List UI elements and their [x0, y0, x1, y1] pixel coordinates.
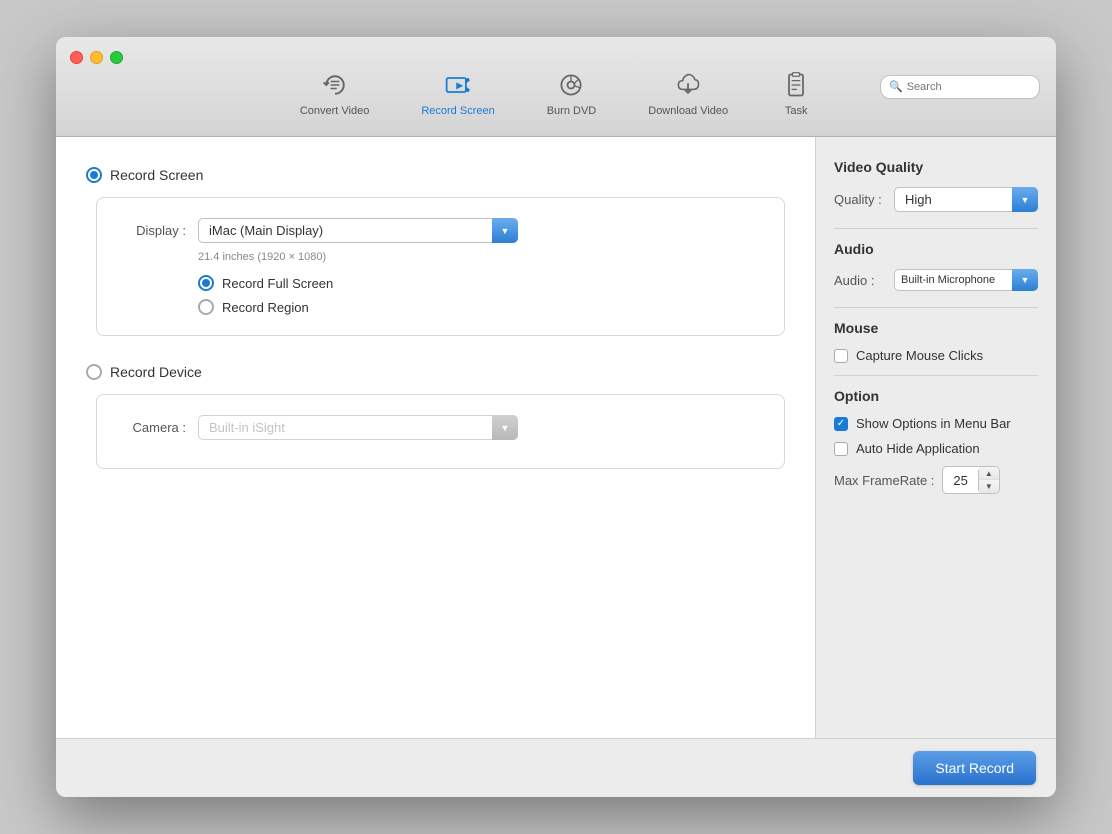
record-device-header: Record Device — [86, 364, 785, 380]
camera-select-wrap: Built-in iSight — [198, 415, 518, 440]
task-icon — [780, 69, 812, 101]
framerate-stepper[interactable]: 25 ▲ ▼ — [942, 466, 999, 494]
record-screen-section: Record Screen Display : iMac (Main Displ… — [86, 167, 785, 336]
record-full-screen-option[interactable]: Record Full Screen — [198, 275, 760, 291]
main-area: Record Screen Display : iMac (Main Displ… — [56, 137, 1056, 738]
stepper-buttons: ▲ ▼ — [979, 467, 999, 493]
divider-3 — [834, 375, 1038, 376]
maximize-button[interactable] — [110, 51, 123, 64]
divider-1 — [834, 228, 1038, 229]
capture-mouse-label: Capture Mouse Clicks — [856, 348, 983, 363]
display-field-row: Display : iMac (Main Display) — [121, 218, 760, 243]
auto-hide-checkbox[interactable] — [834, 442, 848, 456]
search-box[interactable]: 🔍 — [880, 75, 1040, 99]
display-label: Display : — [121, 223, 186, 238]
record-device-label: Record Device — [110, 364, 202, 380]
stepper-down-button[interactable]: ▼ — [979, 480, 999, 493]
toolbar-download-video[interactable]: Download Video — [640, 65, 736, 121]
record-region-label: Record Region — [222, 300, 309, 315]
record-screen-radio[interactable] — [86, 167, 102, 183]
toolbar-task[interactable]: Task — [772, 65, 820, 121]
audio-label: Audio : — [834, 273, 886, 288]
divider-2 — [834, 307, 1038, 308]
framerate-value: 25 — [943, 470, 978, 491]
record-screen-label: Record Screen — [110, 167, 203, 183]
quality-select-wrap: High Medium Low — [894, 187, 1038, 212]
record-screen-icon — [442, 69, 474, 101]
record-device-card: Camera : Built-in iSight — [96, 394, 785, 469]
burn-dvd-icon — [555, 69, 587, 101]
close-button[interactable] — [70, 51, 83, 64]
search-input[interactable] — [907, 81, 1031, 93]
record-screen-card: Display : iMac (Main Display) 21.4 inche… — [96, 197, 785, 336]
toolbar-convert-video[interactable]: Convert Video — [292, 65, 378, 121]
mouse-title: Mouse — [834, 320, 1038, 336]
app-window: Convert Video Record Screen — [56, 37, 1056, 797]
titlebar: Convert Video Record Screen — [56, 37, 1056, 137]
toolbar-record-screen[interactable]: Record Screen — [413, 65, 502, 121]
toolbar-burn-dvd[interactable]: Burn DVD — [539, 65, 605, 121]
search-icon: 🔍 — [889, 80, 903, 93]
toolbar: Convert Video Record Screen — [292, 37, 820, 136]
show-options-label: Show Options in Menu Bar — [856, 416, 1011, 431]
record-options: Record Full Screen Record Region — [198, 275, 760, 315]
record-region-option[interactable]: Record Region — [198, 299, 760, 315]
video-quality-title: Video Quality — [834, 159, 1038, 175]
task-label: Task — [785, 105, 808, 117]
record-device-section: Record Device Camera : Built-in iSight — [86, 364, 785, 469]
record-screen-header: Record Screen — [86, 167, 785, 183]
show-options-checkbox[interactable] — [834, 417, 848, 431]
record-region-radio[interactable] — [198, 299, 214, 315]
display-info: 21.4 inches (1920 × 1080) — [198, 251, 760, 263]
quality-label: Quality : — [834, 192, 886, 207]
start-record-button[interactable]: Start Record — [913, 751, 1036, 785]
option-title: Option — [834, 388, 1038, 404]
quality-field-row: Quality : High Medium Low — [834, 187, 1038, 212]
record-screen-label: Record Screen — [421, 105, 494, 117]
display-select[interactable]: iMac (Main Display) — [198, 218, 518, 243]
show-options-row[interactable]: Show Options in Menu Bar — [834, 416, 1038, 431]
framerate-row: Max FrameRate : 25 ▲ ▼ — [834, 466, 1038, 494]
display-select-wrap: iMac (Main Display) — [198, 218, 518, 243]
stepper-up-button[interactable]: ▲ — [979, 467, 999, 480]
download-video-label: Download Video — [648, 105, 728, 117]
audio-select[interactable]: Built-in Microphone None — [894, 269, 1038, 291]
sidebar-panel: Video Quality Quality : High Medium Low … — [816, 137, 1056, 738]
camera-select[interactable]: Built-in iSight — [198, 415, 518, 440]
download-video-icon — [672, 69, 704, 101]
audio-field-row: Audio : Built-in Microphone None — [834, 269, 1038, 291]
framerate-label: Max FrameRate : — [834, 473, 934, 488]
bottom-bar: Start Record — [56, 738, 1056, 797]
camera-field-row: Camera : Built-in iSight — [121, 415, 760, 440]
auto-hide-label: Auto Hide Application — [856, 441, 980, 456]
capture-mouse-checkbox[interactable] — [834, 349, 848, 363]
audio-select-wrap: Built-in Microphone None — [894, 269, 1038, 291]
content-panel: Record Screen Display : iMac (Main Displ… — [56, 137, 816, 738]
quality-select[interactable]: High Medium Low — [894, 187, 1038, 212]
audio-title: Audio — [834, 241, 1038, 257]
minimize-button[interactable] — [90, 51, 103, 64]
capture-mouse-row[interactable]: Capture Mouse Clicks — [834, 348, 1038, 363]
traffic-lights — [70, 51, 123, 64]
auto-hide-row[interactable]: Auto Hide Application — [834, 441, 1038, 456]
record-device-radio[interactable] — [86, 364, 102, 380]
record-full-screen-radio[interactable] — [198, 275, 214, 291]
convert-video-icon — [319, 69, 351, 101]
camera-label: Camera : — [121, 420, 186, 435]
record-full-screen-label: Record Full Screen — [222, 276, 333, 291]
convert-video-label: Convert Video — [300, 105, 370, 117]
burn-dvd-label: Burn DVD — [547, 105, 597, 117]
